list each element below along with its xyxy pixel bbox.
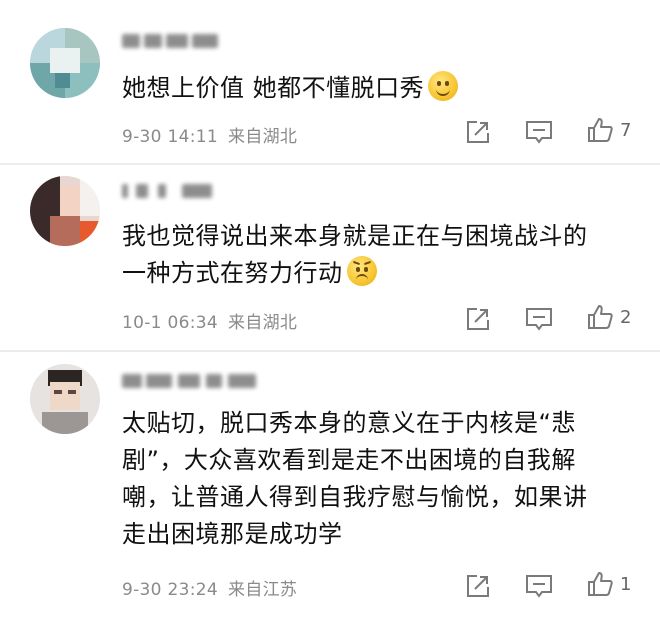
comment-button[interactable] [524,117,554,147]
share-icon [467,308,489,330]
comment-icon [526,308,552,331]
like-button[interactable]: 7 [586,116,631,144]
repost-button[interactable] [463,117,493,147]
avatar[interactable] [30,176,100,246]
repost-button[interactable] [463,571,493,601]
username-blurred[interactable] [122,370,262,394]
avatar[interactable] [30,28,100,98]
comment-location: 来自湖北 [227,127,298,147]
like-count: 7 [620,119,632,141]
comment-location: 来自江苏 [227,580,298,600]
comment-button[interactable] [524,304,554,334]
smile-emoji [428,71,459,101]
comment-button[interactable] [524,571,554,601]
comment-icon [526,121,552,144]
share-icon [467,121,489,143]
share-icon [467,575,489,597]
divider [0,163,660,165]
repost-button[interactable] [463,304,493,334]
comment-date: 10-1 06:34 [122,313,218,333]
avatar[interactable] [30,364,100,434]
comment-meta: 9-30 14:11 来自湖北 [122,122,297,147]
comment-text: 她想上价值 她都不懂脱口秀 [122,70,632,107]
thumbs-up-icon [588,572,613,596]
comment-icon [526,575,552,598]
like-button[interactable]: 2 [586,303,631,331]
comment-date: 9-30 23:24 [122,580,218,600]
comment-meta: 9-30 23:24 来自江苏 [122,575,297,600]
like-count: 2 [620,306,632,328]
username-blurred[interactable] [122,30,232,54]
comment-date: 9-30 14:11 [122,127,218,147]
comment-meta: 10-1 06:34 来自湖北 [122,308,297,333]
comment-text: 我也觉得说出来本身就是正在与困境战斗的 一种方式在努力行动 [122,222,588,287]
comment-text: 太贴切，脱口秀本身的意义在于内核是“悲 剧”，大众喜欢看到是走不出困境的自我解 … [122,409,588,548]
like-count: 1 [620,573,632,595]
comment-location: 来自湖北 [227,313,298,333]
thumbs-up-icon [588,118,613,142]
grimace-emoji [346,256,377,286]
like-button[interactable]: 1 [586,570,631,598]
divider [0,350,660,352]
thumbs-up-icon [588,305,613,329]
username-blurred[interactable] [122,180,232,204]
